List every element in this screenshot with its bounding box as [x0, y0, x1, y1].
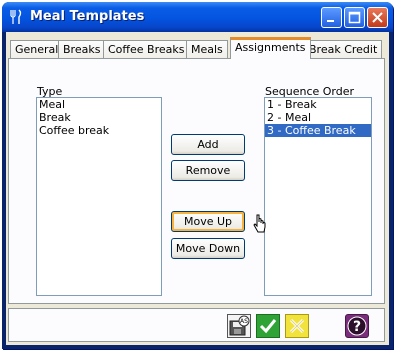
tab-strip: General Breaks Coffee Breaks Meals Assig…	[8, 36, 387, 59]
close-button[interactable]	[367, 7, 388, 28]
save-as-icon: AS	[229, 315, 250, 336]
window-title: Meal Templates	[30, 9, 145, 24]
ok-check-icon	[259, 319, 277, 334]
help-button[interactable]: ?	[345, 314, 369, 338]
maximize-icon	[348, 11, 361, 24]
sequence-order-listbox[interactable]: 1 - Break 2 - Meal 3 - Coffee Break	[264, 97, 372, 296]
list-item[interactable]: Meal	[37, 98, 161, 111]
move-down-button[interactable]: Move Down	[171, 238, 245, 259]
move-up-button[interactable]: Move Up	[171, 211, 245, 232]
add-button[interactable]: Add	[171, 134, 245, 155]
cancel-button[interactable]	[285, 314, 309, 338]
list-item[interactable]: 2 - Meal	[265, 111, 371, 124]
assignments-panel: Type Meal Break Coffee break Sequence Or…	[8, 58, 385, 304]
remove-button[interactable]: Remove	[171, 160, 245, 181]
meal-templates-window: Meal Templates General Breaks Coffee Bre…	[2, 2, 393, 349]
title-bar[interactable]: Meal Templates	[2, 2, 393, 32]
tab-breaks[interactable]: Breaks	[58, 40, 106, 58]
list-item[interactable]: Coffee break	[37, 124, 161, 137]
help-glyph: ?	[353, 319, 361, 335]
bottom-toolbar: AS ?	[8, 308, 385, 342]
maximize-button[interactable]	[344, 7, 365, 28]
tab-general[interactable]: General	[10, 40, 64, 58]
tab-break-credit[interactable]: Break Credit	[304, 40, 383, 58]
list-item[interactable]: Break	[37, 111, 161, 124]
list-item[interactable]: 1 - Break	[265, 98, 371, 111]
close-icon	[372, 12, 383, 23]
minimize-icon	[327, 20, 334, 22]
tab-assignments[interactable]: Assignments	[230, 37, 311, 59]
dialog-client-area: General Breaks Coffee Breaks Meals Assig…	[6, 32, 389, 345]
list-item-selected[interactable]: 3 - Coffee Break	[265, 124, 371, 137]
save-as-badge: AS	[240, 318, 248, 325]
cancel-x-icon	[289, 318, 305, 334]
minimize-button[interactable]	[321, 7, 342, 28]
tab-coffee-breaks[interactable]: Coffee Breaks	[103, 40, 190, 58]
tab-meals[interactable]: Meals	[186, 40, 228, 58]
mouse-pointer-icon	[253, 214, 266, 233]
meal-icon	[10, 9, 22, 24]
type-listbox[interactable]: Meal Break Coffee break	[36, 97, 162, 296]
save-as-button[interactable]: AS	[227, 314, 251, 338]
ok-button[interactable]	[256, 314, 280, 338]
help-icon: ?	[347, 316, 367, 336]
